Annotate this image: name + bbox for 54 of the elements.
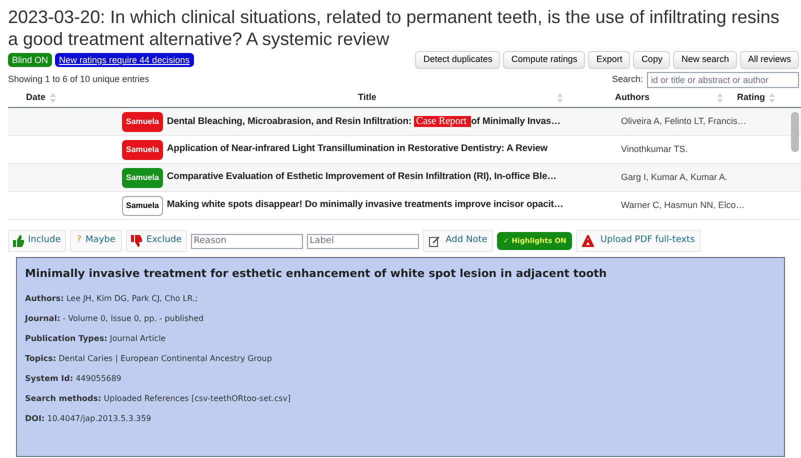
- search-field[interactable]: id or title or abstract or author: [647, 72, 799, 88]
- maybe-button[interactable]: ? Maybe: [70, 230, 122, 252]
- table-row[interactable]: Samuela Dental Bleaching, Microabrasion, and Resin Infiltration: Case Report of Minimally Invas… Oliveira A, Felinto LT, Francis…: [8, 108, 801, 136]
- sort-icon: [717, 92, 723, 102]
- action-button[interactable]: Copy: [633, 51, 670, 69]
- reviewer-badge: Samuela: [122, 140, 163, 160]
- sort-icon: [50, 92, 56, 102]
- add-note-button[interactable]: Add Note: [422, 230, 494, 252]
- exclude-button[interactable]: Exclude: [126, 230, 187, 252]
- review-title: 2023-03-20: In which clinical situations, related to permanent teeth, is the use of infiltrating resins a good treatment alternative? A systemic review: [8, 6, 780, 50]
- detail-field: Authors: Lee JH, Kim DG, Park CJ, Cho LR.;: [25, 288, 776, 308]
- detail-title: Minimally invasive treatment for esthetic enhancement of white spot lesion in adjacent tooth: [25, 266, 608, 282]
- detail-field: Search methods: Uploaded References [csv-teethORtoo-set.csv]: [25, 388, 776, 408]
- title-cell-text: Dental Bleaching, Microabrasion, and Resin Infiltration: Case Report of Minimally Invas…: [166, 114, 562, 129]
- action-button[interactable]: New search: [673, 51, 737, 69]
- reviewer-badge: Samuela: [122, 168, 163, 188]
- detail-field: DOI: 10.4047/jap.2013.5.3.359: [25, 408, 776, 428]
- note-icon: [428, 236, 440, 246]
- scrollbar-thumb[interactable]: [791, 112, 799, 152]
- action-button[interactable]: Export: [588, 51, 630, 69]
- column-header[interactable]: Title: [358, 90, 376, 104]
- column-header[interactable]: Date: [26, 90, 46, 104]
- action-button[interactable]: All reviews: [740, 51, 799, 69]
- title-cell-text: Application of Near-infrared Light Transillumination in Restorative Dentistry: A Review: [166, 142, 549, 156]
- title-cell-text: Making white spots disappear! Do minimally invasive treatments improve incisor opacit…: [166, 198, 564, 212]
- include-button[interactable]: Include: [8, 230, 66, 252]
- reason-field[interactable]: Reason: [190, 234, 303, 248]
- reviewer-badge: Samuela: [122, 196, 163, 216]
- action-button[interactable]: Detect duplicates: [415, 51, 500, 69]
- table-row[interactable]: Samuela Comparative Evaluation of Esthetic Improvement of Resin Infiltration (RI), In-office Ble… Garg I, Kumar A, Kumar A.: [8, 164, 801, 192]
- upload-button[interactable]: Upload PDF full-texts: [576, 230, 701, 252]
- blind-badge: Blind ON: [8, 53, 52, 67]
- detail-field: Publication Types: Journal Article: [25, 328, 776, 348]
- label-field[interactable]: Label: [306, 234, 419, 248]
- detail-field: Journal: - Volume 0, Issue 0, pp. - published: [25, 308, 776, 328]
- authors-cell-text: Warner C, Hasmun NN, Elco…: [621, 198, 746, 212]
- sort-icon: [557, 92, 563, 102]
- column-header[interactable]: Authors: [615, 90, 650, 104]
- ratings-link[interactable]: New ratings require 44 decisions: [55, 53, 194, 67]
- detail-field: Topics: Dental Caries | European Continental Ancestry Group: [25, 348, 776, 368]
- detail-field: System Id: 449055689: [25, 368, 776, 388]
- search-label: Search:: [612, 73, 643, 86]
- entries-info: Showing 1 to 6 of 10 unique entries: [8, 73, 150, 86]
- column-header[interactable]: Rating: [737, 90, 765, 104]
- action-button[interactable]: Compute ratings: [503, 51, 586, 69]
- sort-icon: [769, 92, 775, 102]
- authors-cell-text: Oliveira A, Felinto LT, Francis…: [621, 114, 748, 128]
- authors-cell-text: Garg I, Kumar A, Kumar A.: [621, 170, 729, 184]
- question-icon: ?: [76, 234, 82, 248]
- authors-cell-text: Vinothkumar TS.: [621, 142, 689, 156]
- thumbs-up-icon: [13, 235, 24, 247]
- reviewer-badge: Samuela: [122, 112, 163, 132]
- title-cell-text: Comparative Evaluation of Esthetic Improvement of Resin Infiltration (RI), In-office Ble…: [166, 170, 558, 184]
- thumbs-down-icon: [131, 235, 142, 247]
